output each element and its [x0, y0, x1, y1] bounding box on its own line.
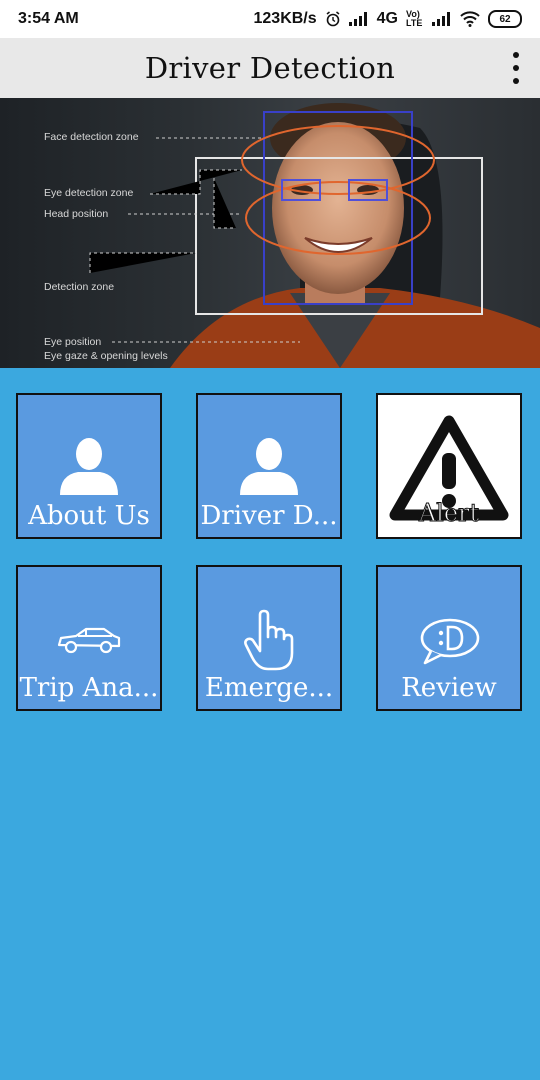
tile-label: Emerge... [204, 673, 334, 703]
status-bar: 3:54 AM 123KB/s 4G Vo) LTE 62 [0, 0, 540, 38]
chat-smile-icon [417, 617, 481, 669]
tile-label: Alert [418, 499, 480, 528]
ann-detection-zone: Detection zone [44, 281, 115, 293]
tile-label: About Us [28, 501, 150, 531]
emergency-tile[interactable]: Emerge... [196, 565, 342, 711]
network-speed: 123KB/s [253, 10, 317, 27]
wifi-icon [460, 11, 480, 27]
signal-icon-2 [432, 12, 452, 26]
ann-face-zone: Face detection zone [44, 131, 139, 143]
signal-icon [348, 12, 369, 26]
battery-icon: 62 [488, 10, 522, 28]
ann-head-position: Head position [44, 208, 109, 220]
more-vert-icon[interactable] [510, 52, 522, 84]
app-bar: Driver Detection [0, 38, 540, 98]
driver-detection-banner: Face detection zone Eye detection zone H… [0, 98, 540, 368]
tile-label: Driver D... [200, 501, 338, 531]
person-icon [238, 437, 300, 499]
volte-label: Vo) LTE [406, 9, 423, 28]
status-icons: 123KB/s 4G Vo) LTE 62 [253, 9, 522, 28]
ann-eye-position: Eye position [44, 336, 102, 348]
person-icon [58, 437, 120, 499]
about-us-tile[interactable]: About Us [16, 393, 162, 539]
app-title: Driver Detection [144, 51, 396, 85]
car-icon [56, 625, 122, 659]
touch-hand-icon [242, 609, 296, 675]
ann-eye-zone: Eye detection zone [44, 187, 134, 199]
driver-detection-tile[interactable]: Driver D... [196, 393, 342, 539]
trip-analysis-tile[interactable]: Trip Ana... [16, 565, 162, 711]
tile-label: Review [401, 673, 497, 703]
alert-tile[interactable]: Alert [376, 393, 522, 539]
status-time: 3:54 AM [18, 10, 79, 27]
tile-label: Trip Ana... [19, 673, 159, 703]
review-tile[interactable]: Review [376, 565, 522, 711]
network-type: 4G [376, 10, 398, 27]
ann-eye-gaze: Eye gaze & opening levels [44, 350, 168, 362]
alarm-icon [325, 11, 341, 27]
